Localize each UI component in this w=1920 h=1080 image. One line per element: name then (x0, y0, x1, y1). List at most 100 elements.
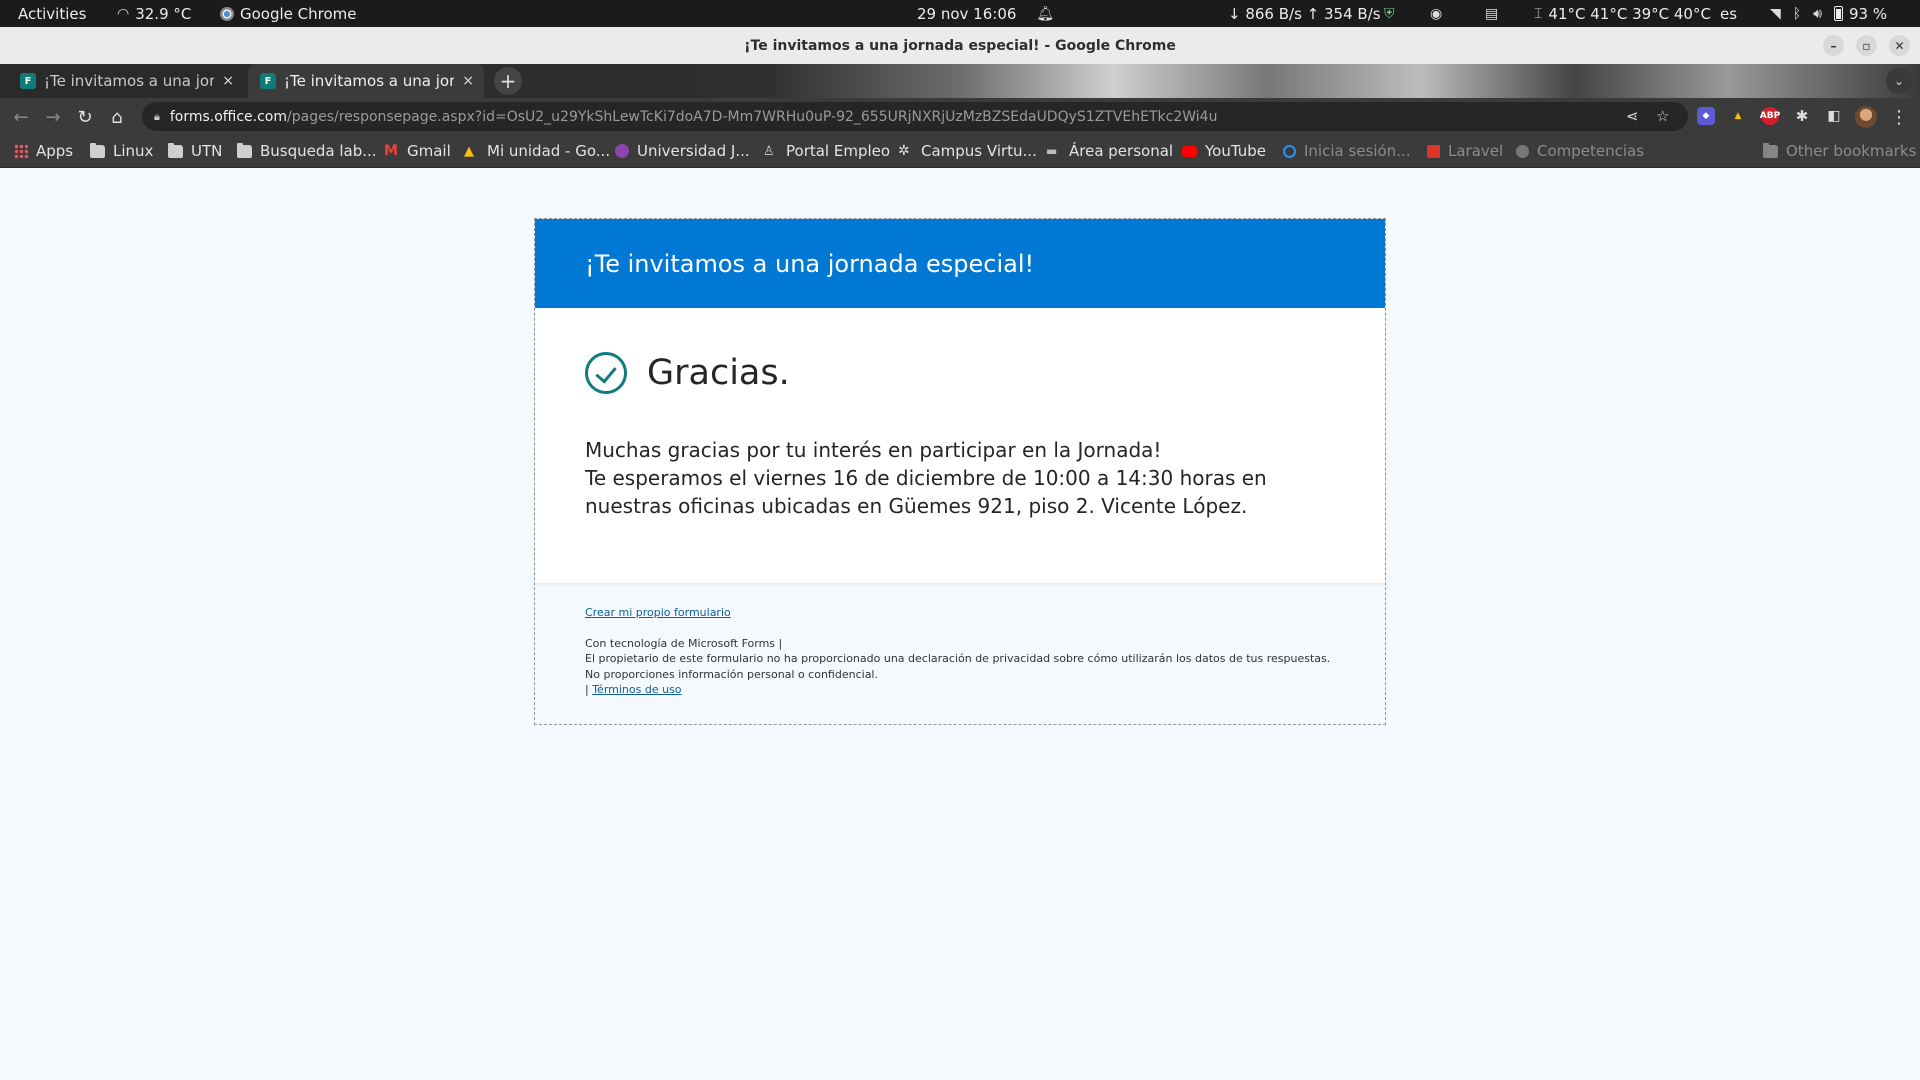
bookmark-busqueda[interactable]: Busqueda lab... (237, 135, 377, 167)
window-title-bar: ¡Te invitamos a una jornada especial! - … (0, 27, 1920, 64)
tab-active[interactable]: F ¡Te invitamos a una jornada especial! … (248, 64, 484, 98)
network-speed-indicator[interactable]: ↓ 866 B/s ↑ 354 B/s (1228, 0, 1381, 27)
bookmark-linux[interactable]: Linux (90, 135, 153, 167)
new-tab-button[interactable]: + (494, 67, 522, 95)
bookmark-label: Apps (36, 142, 74, 160)
minimize-button[interactable]: – (1823, 35, 1844, 56)
bookmark-label: YouTube (1205, 142, 1266, 160)
microsoft-forms-icon: F (260, 73, 276, 89)
form-footer: Crear mi propio formulario Con tecnologí… (585, 605, 1345, 698)
lock-icon: 🔒︎ (154, 109, 160, 123)
url-host: forms.office.com (169, 108, 288, 125)
temperature-indicator[interactable]: ◠ 32.9 °C (117, 0, 191, 27)
clipboard-icon: ▤ (1485, 5, 1499, 22)
bookmark-universidad[interactable]: Universidad J... (615, 135, 750, 167)
app-name-label: Google Chrome (240, 4, 357, 23)
university-icon (615, 144, 629, 158)
message-line: Muchas gracias por tu interés en partici… (585, 438, 1162, 462)
minimize-icon: – (1830, 38, 1837, 53)
login-icon (1283, 144, 1296, 158)
browser-toolbar: ← → ↻ ⌂ 🔒︎ forms.office.com/pages/respon… (0, 98, 1920, 135)
page-content: ¡Te invitamos a una jornada especial! Gr… (0, 168, 1920, 1080)
share-icon[interactable]: ⋖ (1626, 107, 1639, 125)
screen: Activities ◠ 32.9 °C Google Chrome 29 nov… (0, 0, 1920, 1080)
extension-icon[interactable]: ◆ (1697, 107, 1715, 125)
shield-tray[interactable]: ⛨ (1384, 0, 1395, 27)
folder-icon (1763, 142, 1778, 158)
bookmark-gmail[interactable]: M Gmail (384, 135, 451, 167)
tab-search-button[interactable]: ⌄ (1886, 68, 1912, 94)
form-title: ¡Te invitamos a una jornada especial! (585, 249, 1035, 278)
address-bar[interactable]: 🔒︎ forms.office.com/pages/responsepage.a… (142, 102, 1688, 131)
bookmark-apps[interactable]: Apps (14, 135, 73, 167)
bookmark-star-icon[interactable]: ☆ (1656, 107, 1669, 125)
language-indicator[interactable]: es (1720, 0, 1737, 27)
menu-button[interactable]: ⋮ (1887, 105, 1911, 129)
adblock-plus-icon[interactable]: ABP (1760, 107, 1780, 125)
apps-grid-icon (14, 144, 28, 158)
tab-close-icon[interactable]: × (222, 73, 234, 89)
terms-of-use-link[interactable]: Términos de uso (592, 683, 681, 696)
app-menu[interactable]: Google Chrome (220, 0, 357, 27)
bookmark-portal-empleo[interactable]: ♙ Portal Empleo (763, 135, 890, 167)
tab-inactive[interactable]: F ¡Te invitamos a una jornada especial! … (8, 64, 244, 98)
puzzle-icon[interactable]: ✱ (1793, 107, 1811, 125)
google-drive-extension-icon[interactable]: ▲ (1729, 107, 1747, 125)
bookmark-competencias[interactable]: Competencias (1516, 135, 1644, 167)
bookmark-youtube[interactable]: YouTube (1182, 135, 1266, 167)
forward-button[interactable]: → (41, 105, 65, 129)
bookmark-utn[interactable]: UTN (168, 135, 222, 167)
bookmark-label: Linux (113, 142, 154, 160)
activities-label: Activities (18, 4, 87, 23)
system-status-area[interactable]: ◥ ᛒ 🔊︎ 93 % (1770, 0, 1887, 27)
wifi-icon: ◥ (1770, 5, 1781, 22)
bookmark-campus-virtual[interactable]: ✲ Campus Virtu... (898, 135, 1037, 167)
cpu-temp-indicator[interactable]: ⌶ 41°C 41°C 39°C 40°C (1534, 0, 1711, 27)
youtube-icon (1182, 145, 1197, 157)
form-header: ¡Te invitamos a una jornada especial! (535, 219, 1385, 308)
plus-icon: + (499, 69, 517, 93)
activities-button[interactable]: Activities (18, 0, 86, 27)
bookmark-inicia-sesion[interactable]: Inicia sesión... (1283, 135, 1411, 167)
temperature-label: 32.9 °C (135, 4, 192, 23)
reload-button[interactable]: ↻ (73, 105, 97, 129)
bookmark-area-personal[interactable]: ▬ Área personal (1046, 135, 1173, 167)
side-panel-icon[interactable]: ◧ (1825, 107, 1843, 125)
tab-close-icon[interactable]: × (462, 73, 474, 89)
create-form-link[interactable]: Crear mi propio formulario (585, 605, 1345, 621)
clipboard-tray[interactable]: ▤ (1485, 0, 1498, 27)
restore-icon: ▫ (1862, 38, 1871, 53)
area-personal-icon: ▬ (1046, 143, 1058, 158)
back-button[interactable]: ← (9, 105, 33, 129)
restore-button[interactable]: ▫ (1856, 35, 1877, 56)
steam-icon: ◉ (1430, 5, 1443, 22)
chrome-icon (220, 6, 234, 21)
cpu-temp-icon: ⌶ (1534, 5, 1543, 22)
powered-by-text: Con tecnología de Microsoft Forms | (585, 636, 783, 650)
folder-icon (168, 142, 183, 158)
close-window-button[interactable]: ✕ (1889, 35, 1910, 56)
bookmark-label: Gmail (407, 142, 451, 160)
terms-row: | Términos de uso (585, 682, 1345, 698)
bookmark-label: UTN (191, 142, 223, 160)
folder-icon (237, 142, 252, 158)
home-button[interactable]: ⌂ (105, 105, 129, 129)
bookmark-mi-unidad[interactable]: ▲ Mi unidad - Go... (464, 135, 610, 167)
language-label: es (1720, 4, 1738, 23)
volume-icon: 🔊︎ (1813, 5, 1823, 22)
bookmark-label: Universidad J... (637, 142, 750, 160)
tab-strip: F ¡Te invitamos a una jornada especial! … (0, 64, 1920, 98)
tab-label: ¡Te invitamos a una jornada especial! (284, 72, 455, 90)
steam-tray[interactable]: ◉ (1430, 0, 1442, 27)
shield-icon: ⛨ (1384, 5, 1395, 22)
thank-you-message: Muchas gracias por tu interés en partici… (585, 436, 1345, 520)
bookmark-label: Laravel (1448, 142, 1504, 160)
clock[interactable]: 29 nov 16:06 🔔︎ (917, 0, 1054, 27)
bookmark-label: Mi unidad - Go... (487, 142, 611, 160)
profile-avatar[interactable] (1855, 106, 1877, 128)
portal-empleo-icon: ♙ (763, 143, 775, 159)
other-bookmarks[interactable]: Other bookmarks (1763, 135, 1916, 167)
bookmark-label: Inicia sesión... (1304, 142, 1411, 160)
bookmark-laravel[interactable]: Laravel (1427, 135, 1503, 167)
bookmark-label: Área personal (1069, 142, 1174, 160)
